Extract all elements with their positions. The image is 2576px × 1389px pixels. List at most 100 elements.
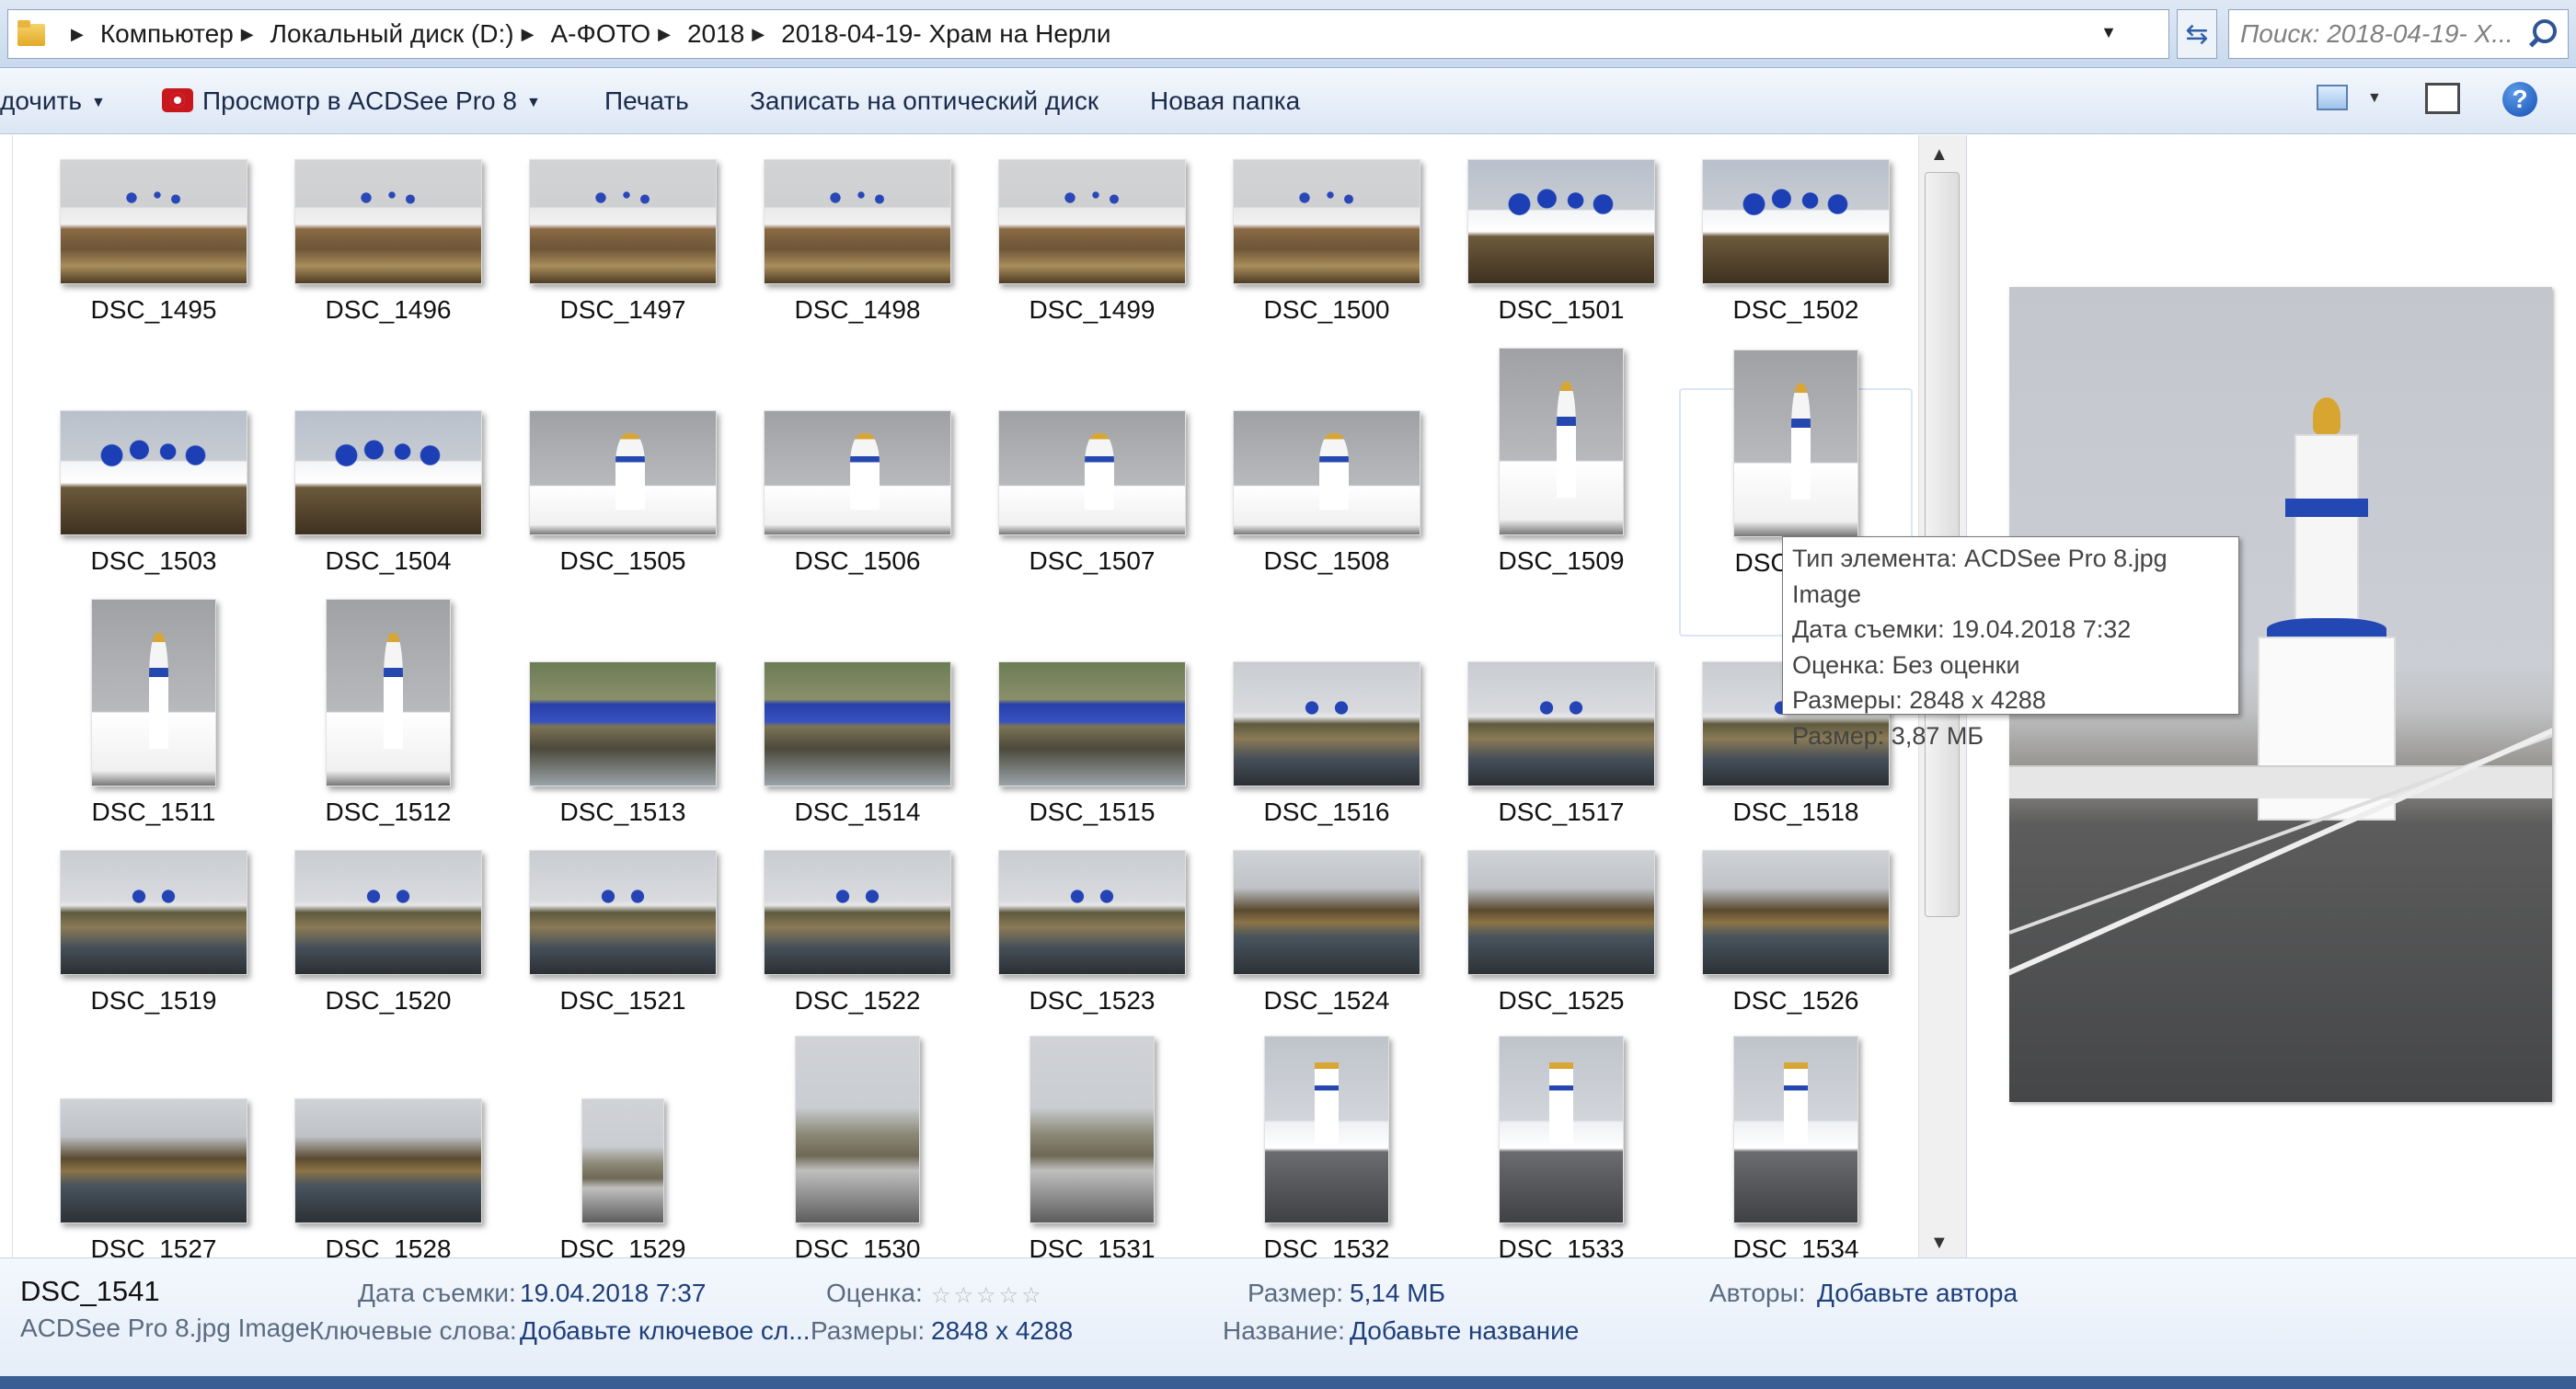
file-item[interactable]: DSC_1497 [506, 137, 740, 385]
navigation-pane-edge[interactable] [0, 135, 13, 1257]
file-item[interactable]: DSC_1500 [1210, 137, 1443, 385]
file-item[interactable]: DSC_1533 [1444, 1036, 1678, 1257]
search-input[interactable] [2240, 11, 2525, 57]
file-name-label[interactable]: DSC_1520 [271, 986, 505, 1016]
file-name-label[interactable]: DSC_1511 [37, 798, 270, 827]
file-thumbnail[interactable] [1733, 1036, 1858, 1223]
file-item[interactable]: DSC_1505 [506, 388, 740, 637]
organize-button[interactable]: дочить ▼ [0, 86, 106, 116]
file-thumbnail[interactable] [998, 410, 1186, 535]
file-item[interactable]: DSC_1528 [271, 1076, 505, 1257]
file-name-label[interactable]: DSC_1504 [271, 546, 505, 576]
breadcrumb[interactable]: ▶ Компьютер ▶ Локальный диск (D:) ▶ А-ФО… [7, 9, 2169, 59]
file-thumbnail[interactable] [294, 410, 482, 535]
file-thumbnail[interactable] [795, 1036, 920, 1223]
file-grid[interactable]: DSC_1495 DSC_1496 DSC_1497 DSC_1498 DSC_1499… [13, 135, 1917, 1257]
file-name-label[interactable]: DSC_1499 [975, 295, 1209, 325]
file-name-label[interactable]: DSC_1512 [271, 798, 505, 827]
file-name-label[interactable]: DSC_1515 [975, 798, 1209, 827]
file-name-label[interactable]: DSC_1531 [975, 1234, 1209, 1257]
scroll-down-arrow-icon[interactable]: ▼ [1930, 1233, 1949, 1254]
chevron-right-icon[interactable]: ▶ [71, 25, 84, 44]
file-name-label[interactable]: DSC_1526 [1679, 986, 1913, 1016]
file-thumbnail[interactable] [60, 159, 247, 284]
file-item[interactable]: DSC_1534 [1679, 1036, 1913, 1257]
star-icon[interactable]: ☆ [931, 1282, 951, 1309]
file-name-label[interactable]: DSC_1534 [1679, 1234, 1913, 1257]
chevron-right-icon[interactable]: ▶ [522, 25, 535, 44]
file-name-label[interactable]: DSC_1519 [37, 986, 270, 1016]
file-item[interactable]: DSC_1509 [1444, 348, 1678, 637]
file-name-label[interactable]: DSC_1498 [741, 295, 974, 325]
file-thumbnail[interactable] [1499, 348, 1624, 535]
file-name-label[interactable]: DSC_1521 [506, 986, 740, 1016]
file-thumbnail[interactable] [1702, 159, 1890, 284]
star-icon[interactable]: ☆ [999, 1282, 1019, 1309]
file-thumbnail[interactable] [998, 850, 1186, 975]
file-thumbnail[interactable] [1029, 1036, 1155, 1223]
star-icon[interactable]: ☆ [1021, 1282, 1041, 1309]
file-item[interactable]: DSC_1530 [741, 1036, 974, 1257]
file-thumbnail[interactable] [1499, 1036, 1624, 1223]
rating-stars[interactable]: ☆ ☆ ☆ ☆ ☆ [931, 1282, 1041, 1309]
file-thumbnail[interactable] [294, 159, 482, 284]
file-item[interactable]: DSC_1508 [1210, 388, 1443, 637]
breadcrumb-current-folder[interactable]: 2018-04-19- Храм на Нерли [781, 19, 1110, 49]
file-item[interactable]: DSC_1495 [37, 137, 270, 385]
file-name-label[interactable]: DSC_1523 [975, 986, 1209, 1016]
file-name-label[interactable]: DSC_1505 [506, 546, 740, 576]
file-name-label[interactable]: DSC_1507 [975, 546, 1209, 576]
file-thumbnail[interactable] [1233, 661, 1420, 786]
scroll-up-arrow-icon[interactable]: ▲ [1930, 144, 1949, 166]
file-thumbnail[interactable] [529, 850, 717, 975]
title-field[interactable]: Добавьте название [1350, 1316, 1579, 1346]
file-item[interactable]: DSC_1498 [741, 137, 974, 385]
file-thumbnail[interactable] [1467, 159, 1655, 284]
file-name-label[interactable]: DSC_1528 [271, 1234, 505, 1257]
file-name-label[interactable]: DSC_1501 [1444, 295, 1678, 325]
breadcrumb-a-foto[interactable]: А-ФОТО [550, 19, 650, 49]
file-thumbnail[interactable] [1233, 159, 1420, 284]
file-thumbnail[interactable] [529, 661, 717, 786]
address-dropdown-icon[interactable]: ▼ [2100, 23, 2117, 42]
file-name-label[interactable]: DSC_1516 [1210, 798, 1443, 827]
file-name-label[interactable]: DSC_1506 [741, 546, 974, 576]
file-item[interactable]: DSC_1499 [975, 137, 1209, 385]
change-view-icon[interactable] [2317, 85, 2348, 110]
star-icon[interactable]: ☆ [976, 1282, 996, 1309]
star-icon[interactable]: ☆ [954, 1282, 974, 1309]
file-thumbnail[interactable] [529, 159, 717, 284]
file-thumbnail[interactable] [1467, 850, 1655, 975]
file-name-label[interactable]: DSC_1497 [506, 295, 740, 325]
file-name-label[interactable]: DSC_1527 [37, 1234, 270, 1257]
file-item[interactable]: DSC_1502 [1679, 137, 1913, 385]
file-name-label[interactable]: DSC_1525 [1444, 986, 1678, 1016]
file-item[interactable]: DSC_1496 [271, 137, 505, 385]
chevron-right-icon[interactable]: ▶ [658, 25, 671, 44]
file-thumbnail[interactable] [60, 850, 247, 975]
file-item[interactable]: DSC_1529 [506, 1076, 740, 1257]
refresh-button[interactable]: ⇆ [2177, 9, 2217, 59]
file-thumbnail[interactable] [764, 850, 951, 975]
file-thumbnail[interactable] [764, 410, 951, 535]
print-button[interactable]: Печать [604, 86, 689, 116]
file-name-label[interactable]: DSC_1508 [1210, 546, 1443, 576]
file-item[interactable]: DSC_1520 [271, 828, 505, 1076]
breadcrumb-2018[interactable]: 2018 [687, 19, 744, 49]
new-folder-button[interactable]: Новая папка [1150, 86, 1300, 116]
file-name-label[interactable]: DSC_1513 [506, 798, 740, 827]
file-name-label[interactable]: DSC_1502 [1679, 295, 1913, 325]
file-thumbnail[interactable] [326, 599, 451, 786]
file-item[interactable]: DSC_1527 [37, 1076, 270, 1257]
file-thumbnail[interactable] [1264, 1036, 1389, 1223]
preview-pane-toggle-icon[interactable] [2425, 83, 2460, 114]
file-name-label[interactable]: DSC_1500 [1210, 295, 1443, 325]
search-icon[interactable] [2525, 17, 2559, 51]
date-value[interactable]: 19.04.2018 7:37 [520, 1279, 706, 1308]
file-thumbnail[interactable] [1233, 410, 1420, 535]
file-item[interactable]: DSC_1532 [1210, 1036, 1443, 1257]
file-thumbnail[interactable] [60, 1098, 247, 1223]
file-thumbnail[interactable] [529, 410, 717, 535]
file-item[interactable]: DSC_1521 [506, 828, 740, 1076]
chevron-right-icon[interactable]: ▶ [752, 25, 765, 44]
